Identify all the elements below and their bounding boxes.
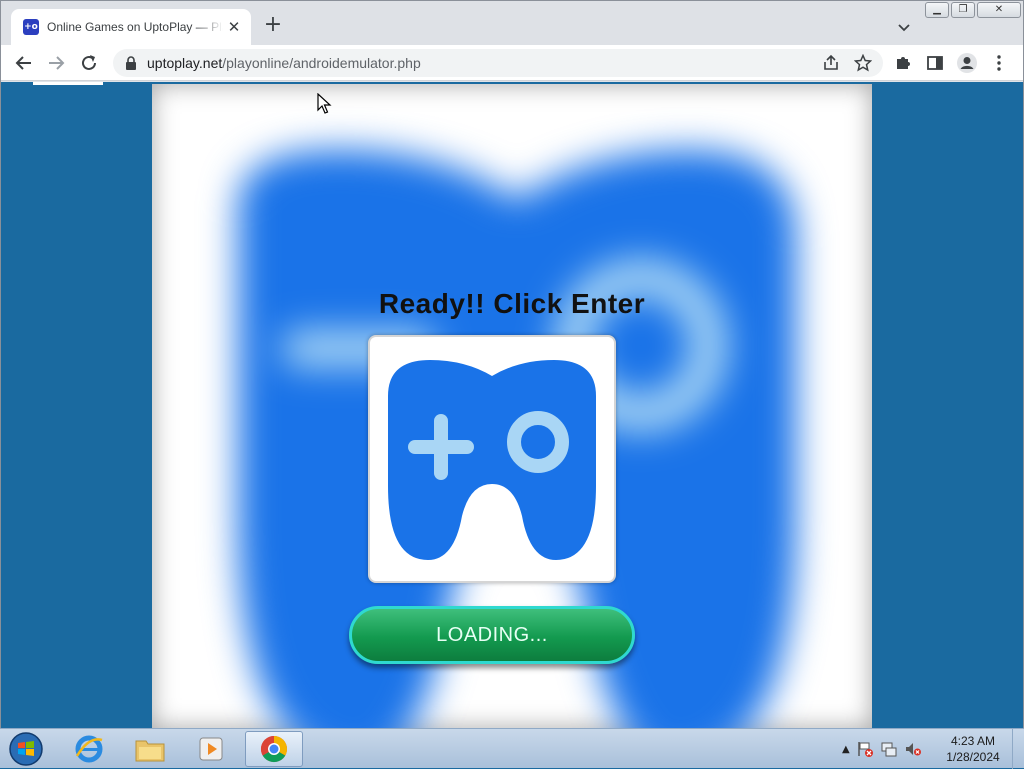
page-content: Ready!! Click Enter LOADING... xyxy=(1,82,1023,728)
windows-taskbar: ▲ 4:23 AM 1/28/2024 xyxy=(0,728,1024,769)
share-icon[interactable] xyxy=(819,51,843,75)
bookmark-star-icon[interactable] xyxy=(851,51,875,75)
url-text: uptoplay.net/playonline/androidemulator.… xyxy=(147,55,421,71)
back-arrow-icon[interactable] xyxy=(12,51,36,75)
extensions-puzzle-icon[interactable] xyxy=(891,51,915,75)
window-controls: ▁ ❐ ✕ xyxy=(925,2,1021,18)
chrome-icon xyxy=(260,735,288,763)
tab-strip: +o Online Games on UptoPlay — Play ✕ + ▁… xyxy=(1,1,1023,45)
restore-button[interactable]: ❐ xyxy=(951,2,975,18)
new-tab-button[interactable]: + xyxy=(262,14,284,37)
browser-tab[interactable]: +o Online Games on UptoPlay — Play ✕ xyxy=(11,9,251,45)
action-center-flag-icon[interactable] xyxy=(856,740,874,758)
lock-icon[interactable] xyxy=(125,56,137,70)
taskbar-chrome[interactable] xyxy=(245,731,303,767)
page-load-strip xyxy=(33,82,103,85)
address-bar[interactable]: uptoplay.net/playonline/androidemulator.… xyxy=(113,49,883,77)
chrome-menu-icon[interactable] xyxy=(987,51,1011,75)
taskbar-media-player[interactable] xyxy=(182,731,240,767)
windows-start-orb-icon xyxy=(9,732,43,766)
system-tray: ▲ xyxy=(842,729,922,769)
folder-icon xyxy=(135,740,165,762)
clock-time: 4:23 AM xyxy=(950,734,996,748)
app-logo-card[interactable] xyxy=(368,335,616,583)
tab-title: Online Games on UptoPlay — Play xyxy=(47,20,223,34)
url-path: /playonline/androidemulator.php xyxy=(222,55,421,71)
side-panel-icon[interactable] xyxy=(923,51,947,75)
volume-muted-icon[interactable] xyxy=(904,740,922,758)
internet-explorer-icon xyxy=(75,735,103,763)
minimize-button[interactable]: ▁ xyxy=(925,2,949,18)
browser-window: +o Online Games on UptoPlay — Play ✕ + ▁… xyxy=(0,0,1024,728)
mouse-cursor-icon xyxy=(317,93,332,114)
profile-avatar-icon[interactable] xyxy=(955,51,979,75)
url-host: uptoplay.net xyxy=(147,55,223,71)
taskbar-clock[interactable]: 4:23 AM 1/28/2024 xyxy=(938,733,1008,765)
network-icon[interactable] xyxy=(880,740,898,758)
loading-button[interactable]: LOADING... xyxy=(349,606,635,664)
reload-icon[interactable] xyxy=(77,51,101,75)
uptoplay-favicon-icon: +o xyxy=(23,19,39,35)
show-desktop-button[interactable] xyxy=(1012,729,1024,769)
tray-expand-icon[interactable]: ▲ xyxy=(842,744,850,755)
browser-toolbar: uptoplay.net/playonline/androidemulator.… xyxy=(1,45,1023,81)
uptoplay-logo-icon xyxy=(388,360,596,560)
start-button[interactable] xyxy=(6,730,46,768)
forward-arrow-icon[interactable] xyxy=(44,51,68,75)
taskbar-internet-explorer[interactable] xyxy=(60,731,118,767)
media-player-icon xyxy=(199,737,223,761)
taskbar-file-explorer[interactable] xyxy=(121,731,179,767)
game-panel[interactable]: Ready!! Click Enter LOADING... xyxy=(152,84,872,728)
close-window-button[interactable]: ✕ xyxy=(977,2,1021,18)
tab-search-chevron-icon[interactable] xyxy=(894,17,914,37)
clock-date: 1/28/2024 xyxy=(946,750,1000,764)
close-tab-icon[interactable]: ✕ xyxy=(225,18,243,36)
ready-heading: Ready!! Click Enter xyxy=(378,288,646,319)
